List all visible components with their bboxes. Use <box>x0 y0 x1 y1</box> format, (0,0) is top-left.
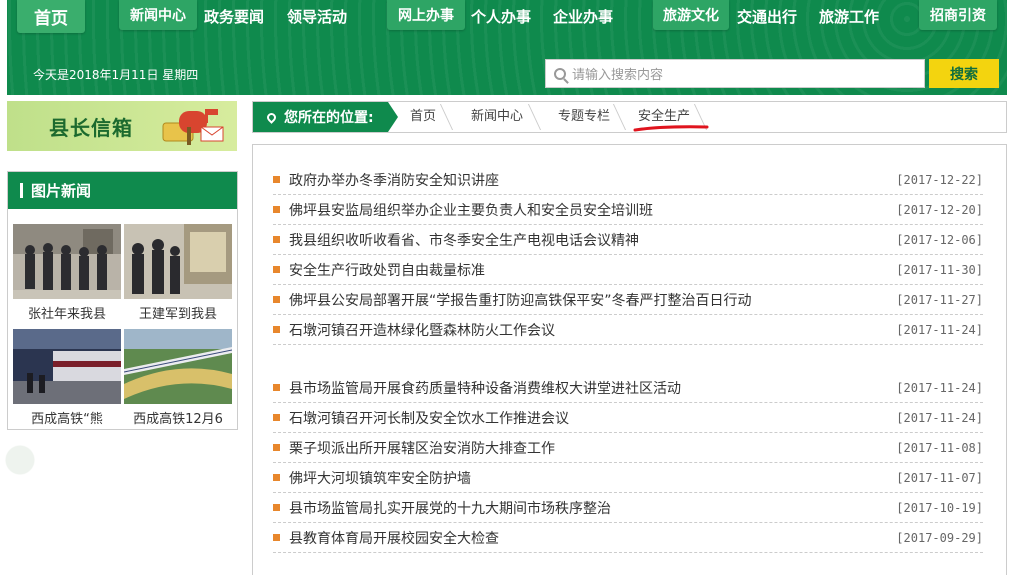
news-photo-image <box>13 329 121 404</box>
article-date: [2017-09-29] <box>896 530 983 545</box>
picture-news-title: 图片新闻 <box>31 182 92 200</box>
article-date: [2017-11-30] <box>896 262 983 277</box>
bullet-icon <box>273 296 280 303</box>
article-date: [2017-12-06] <box>896 232 983 247</box>
article-row[interactable]: 石墩河镇召开河长制及安全饮水工作推进会议 [2017-11-24] <box>273 403 983 433</box>
red-underline-annotation <box>633 125 709 132</box>
article-date: [2017-12-22] <box>896 172 983 187</box>
nav-enterprise-service[interactable]: 企业办事 <box>553 6 613 27</box>
search-icon <box>554 67 566 80</box>
mailbox-icon <box>162 109 224 145</box>
article-date: [2017-11-24] <box>896 380 983 395</box>
header-bar-icon <box>20 183 23 198</box>
article-title[interactable]: 安全生产行政处罚自由裁量标准 <box>289 260 896 280</box>
article-title[interactable]: 县教育体育局开展校园安全大检查 <box>289 528 896 548</box>
bullet-icon <box>273 176 280 183</box>
picture-caption: 张社年来我县 <box>27 307 106 322</box>
picture-news-item[interactable]: 王建军到我县 <box>124 224 232 327</box>
article-title[interactable]: 石墩河镇召开造林绿化暨森林防火工作会议 <box>289 320 896 340</box>
picture-news-item[interactable]: 张社年来我县 <box>13 224 121 327</box>
article-title[interactable]: 佛坪县公安局部署开展“学报告重打防迎高铁保平安”冬春严打整治百日行动 <box>289 290 896 310</box>
breadcrumb-label: 您所在的位置: <box>253 102 398 132</box>
article-row[interactable]: 佛坪大河坝镇筑牢安全防护墙 [2017-11-07] <box>273 463 983 493</box>
article-row[interactable]: 栗子坝派出所开展辖区治安消防大排查工作 [2017-11-08] <box>273 433 983 463</box>
article-date: [2017-12-20] <box>896 202 983 217</box>
breadcrumb: 您所在的位置: 首页 新闻中心 专题专栏 安全生产 <box>252 101 1007 133</box>
picture-news-item[interactable]: 西成高铁12月6 <box>123 329 233 432</box>
nav-home[interactable]: 首页 <box>17 0 85 33</box>
picture-news-item[interactable]: 西成高铁“熊 <box>13 329 121 432</box>
breadcrumb-label-text: 您所在的位置: <box>284 110 374 126</box>
article-date: [2017-11-24] <box>896 322 983 337</box>
news-photo-image <box>13 224 121 299</box>
nav-personal-service[interactable]: 个人办事 <box>471 6 531 27</box>
search-placeholder: 请输入搜索内容 <box>572 68 664 83</box>
article-date: [2017-11-08] <box>896 440 983 455</box>
bullet-icon <box>273 474 280 481</box>
bullet-icon <box>273 384 280 391</box>
article-date: [2017-11-07] <box>896 470 983 485</box>
nav-investment[interactable]: 招商引资 <box>919 0 997 30</box>
bullet-icon <box>273 504 280 511</box>
nav-transport[interactable]: 交通出行 <box>737 6 797 27</box>
news-photo-image <box>123 329 233 404</box>
nav-online-service[interactable]: 网上办事 <box>387 0 465 30</box>
county-mailbox-banner[interactable]: 县长信箱 <box>7 101 237 151</box>
article-row[interactable]: 佛坪县公安局部署开展“学报告重打防迎高铁保平安”冬春严打整治百日行动 [2017-… <box>273 285 983 315</box>
article-list: 政府办举办冬季消防安全知识讲座 [2017-12-22] 佛坪县安监局组织举办企业… <box>252 144 1007 575</box>
bullet-icon <box>273 414 280 421</box>
article-row[interactable]: 安全生产行政处罚自由裁量标准 [2017-11-30] <box>273 255 983 285</box>
picture-news-panel: 图片新闻 张社年来我县 王建军到我县 西成高铁“熊 西成高铁12月6 <box>7 171 238 430</box>
article-title[interactable]: 我县组织收听收看省、市冬季安全生产电视电话会议精神 <box>289 230 896 250</box>
article-title[interactable]: 栗子坝派出所开展辖区治安消防大排查工作 <box>289 438 896 458</box>
picture-caption: 王建军到我县 <box>138 307 217 322</box>
article-date: [2017-10-19] <box>896 500 983 515</box>
article-title[interactable]: 县市场监管局扎实开展党的十九大期间市场秩序整治 <box>289 498 896 518</box>
article-date: [2017-11-27] <box>896 292 983 307</box>
article-row[interactable]: 县市场监管局扎实开展党的十九大期间市场秩序整治 [2017-10-19] <box>273 493 983 523</box>
mailbox-title: 县长信箱 <box>49 115 133 140</box>
bullet-icon <box>273 534 280 541</box>
article-row[interactable]: 石墩河镇召开造林绿化暨森林防火工作会议 [2017-11-24] <box>273 315 983 345</box>
bullet-icon <box>273 206 280 213</box>
bullet-icon <box>273 266 280 273</box>
nav-leader-activity[interactable]: 领导活动 <box>287 6 347 27</box>
picture-caption: 西成高铁“熊 <box>31 412 103 427</box>
article-title[interactable]: 佛坪大河坝镇筑牢安全防护墙 <box>289 468 896 488</box>
picture-news-header: 图片新闻 <box>8 172 237 209</box>
article-title[interactable]: 石墩河镇召开河长制及安全饮水工作推进会议 <box>289 408 896 428</box>
search-button[interactable]: 搜索 <box>929 59 999 88</box>
nav-news-center[interactable]: 新闻中心 <box>119 0 197 30</box>
nav-travel-work[interactable]: 旅游工作 <box>819 6 879 27</box>
article-row[interactable]: 县市场监管局开展食药质量特种设备消费维权大讲堂进社区活动 [2017-11-24] <box>273 373 983 403</box>
current-date: 今天是2018年1月11日 星期四 <box>33 68 199 82</box>
nav-tourism-culture[interactable]: 旅游文化 <box>653 0 729 30</box>
search-input[interactable]: 请输入搜索内容 <box>545 59 925 88</box>
article-row[interactable]: 县教育体育局开展校园安全大检查 [2017-09-29] <box>273 523 983 553</box>
article-row[interactable]: 政府办举办冬季消防安全知识讲座 [2017-12-22] <box>273 165 983 195</box>
article-title[interactable]: 佛坪县安监局组织举办企业主要负责人和安全员安全培训班 <box>289 200 896 220</box>
news-photo-image <box>124 224 232 299</box>
site-header: 首页 新闻中心 政务要闻 领导活动 网上办事 个人办事 企业办事 旅游文化 交通… <box>7 0 1007 95</box>
article-title[interactable]: 县市场监管局开展食药质量特种设备消费维权大讲堂进社区活动 <box>289 378 896 398</box>
location-pin-icon <box>265 110 278 124</box>
nav-gov-news[interactable]: 政务要闻 <box>204 6 264 27</box>
bullet-icon <box>273 326 280 333</box>
picture-caption: 西成高铁12月6 <box>133 412 223 427</box>
article-title[interactable]: 政府办举办冬季消防安全知识讲座 <box>289 170 896 190</box>
bullet-icon <box>273 236 280 243</box>
article-date: [2017-11-24] <box>896 410 983 425</box>
article-row[interactable]: 我县组织收听收看省、市冬季安全生产电视电话会议精神 [2017-12-06] <box>273 225 983 255</box>
bullet-icon <box>273 444 280 451</box>
article-row[interactable]: 佛坪县安监局组织举办企业主要负责人和安全员安全培训班 [2017-12-20] <box>273 195 983 225</box>
